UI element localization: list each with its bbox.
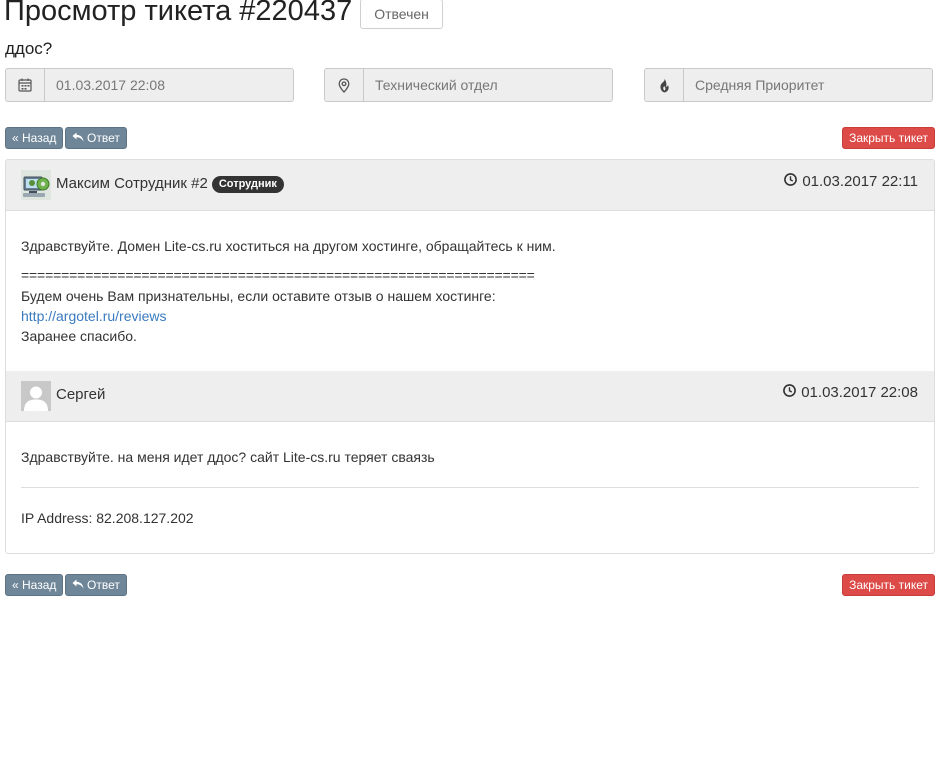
reply-button[interactable]: Ответ <box>65 127 127 149</box>
messages-panel: Максим Сотрудник #2 Сотрудник 01.03.2017 … <box>5 159 935 554</box>
department-field: Технический отдел <box>324 68 613 102</box>
ip-address: IP Address: 82.208.127.202 <box>21 510 194 526</box>
close-ticket-button[interactable]: Закрыть тикет <box>842 127 935 149</box>
message-separator-text: ========================================… <box>21 267 535 283</box>
calendar-icon <box>6 69 45 101</box>
back-button-label: « Назад <box>12 130 57 145</box>
date-value: 01.03.2017 22:08 <box>56 77 165 93</box>
back-button[interactable]: « Назад <box>5 574 64 596</box>
department-value: Технический отдел <box>375 77 498 93</box>
reviews-link[interactable]: http://argotel.ru/reviews <box>21 306 167 326</box>
back-button[interactable]: « Назад <box>5 127 64 149</box>
message-text: Здравствуйте. Домен Lite-cs.ru хоститься… <box>21 238 556 254</box>
staff-avatar-icon <box>21 170 51 200</box>
author-name: Сергей <box>56 386 106 403</box>
author-name: Максим Сотрудник #2 <box>56 175 208 192</box>
date-field: 01.03.2017 22:08 <box>5 68 294 102</box>
close-ticket-button-label: Закрыть тикет <box>849 130 928 145</box>
message-date-value: 01.03.2017 22:11 <box>802 173 918 190</box>
reply-button-label: Ответ <box>87 577 120 592</box>
reply-button-label: Ответ <box>87 130 120 145</box>
clock-icon <box>783 383 797 403</box>
priority-field: Средняя Приоритет <box>644 68 933 102</box>
reply-icon <box>72 128 84 149</box>
message-text: Будем очень Вам признательны, если остав… <box>21 288 496 304</box>
message-date: 01.03.2017 22:08 <box>783 383 918 403</box>
page-title: Просмотр тикета #220437 <box>4 0 353 27</box>
close-ticket-button-label: Закрыть тикет <box>849 577 928 592</box>
priority-value: Средняя Приоритет <box>695 77 825 93</box>
reply-icon <box>72 575 84 596</box>
message-date-value: 01.03.2017 22:08 <box>801 384 918 401</box>
clock-icon <box>784 172 798 192</box>
message-header-staff: Максим Сотрудник #2 Сотрудник 01.03.2017 … <box>6 160 934 211</box>
message-author: Максим Сотрудник #2 Сотрудник <box>56 174 284 194</box>
message-date: 01.03.2017 22:11 <box>784 172 918 192</box>
close-ticket-button[interactable]: Закрыть тикет <box>842 574 935 596</box>
back-button-label: « Назад <box>12 577 57 592</box>
status-badge: Отвечен <box>360 0 443 29</box>
divider <box>21 487 919 488</box>
user-avatar-icon <box>21 381 51 411</box>
title-row: Просмотр тикета #220437 Отвечен <box>4 0 443 30</box>
message-text: Заранее спасибо. <box>21 328 137 344</box>
message-author: Сергей <box>56 385 105 405</box>
map-marker-icon <box>325 69 364 101</box>
reply-button[interactable]: Ответ <box>65 574 127 596</box>
fire-icon <box>645 69 684 101</box>
ticket-subject: ддос? <box>5 39 53 58</box>
role-badge: Сотрудник <box>211 176 284 193</box>
message-header-user: Сергей 01.03.2017 22:08 <box>6 371 934 422</box>
message-text: Здравствуйте. на меня идет ддос? сайт Li… <box>21 449 435 465</box>
